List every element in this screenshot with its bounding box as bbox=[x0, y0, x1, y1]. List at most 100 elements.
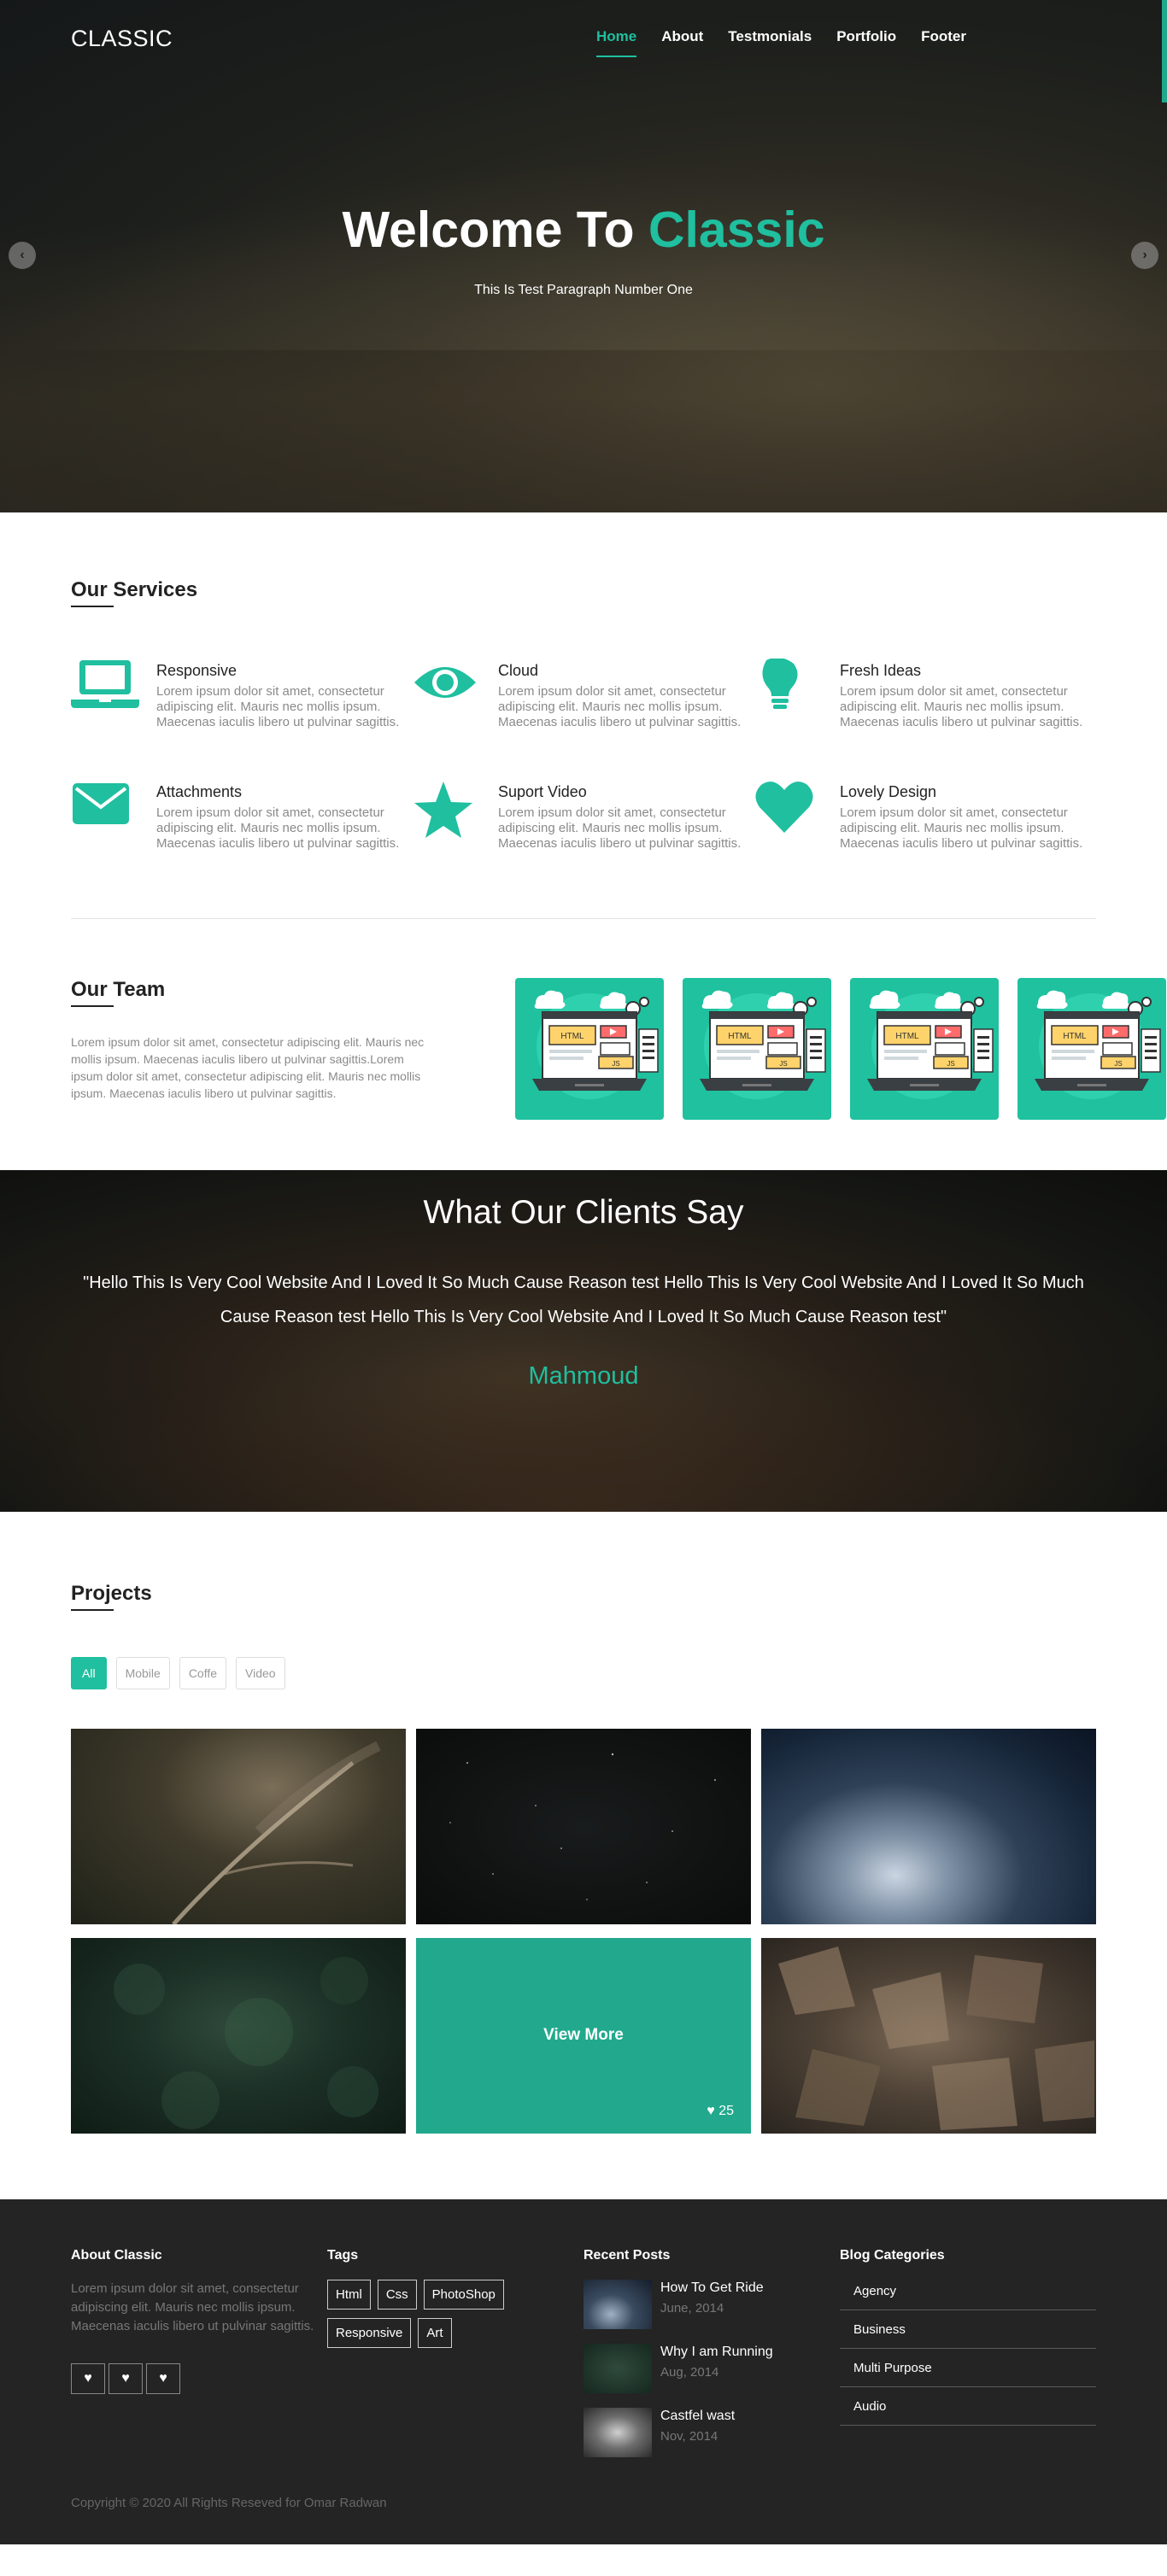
services-title: Our Services bbox=[71, 578, 197, 607]
post-date: June, 2014 bbox=[660, 2301, 724, 2315]
testimonials-section: What Our Clients Say "Hello This Is Very… bbox=[0, 1170, 1167, 1512]
testimonials-title: What Our Clients Say bbox=[423, 1194, 744, 1231]
service-item: Responsive Lorem ipsum dolor sit amet, co… bbox=[71, 659, 413, 730]
post-thumbnail bbox=[584, 2344, 652, 2393]
service-item: Cloud Lorem ipsum dolor sit amet, consect… bbox=[413, 659, 754, 730]
nav-item-testimonials[interactable]: Testmonials bbox=[728, 20, 812, 57]
project-filters: All Mobile Coffe Video bbox=[71, 1657, 1096, 1689]
view-more-label: View More bbox=[543, 2026, 624, 2044]
project-tile-leaves[interactable] bbox=[71, 1938, 406, 2134]
post-thumbnail bbox=[584, 2280, 652, 2329]
heart-icon: ♥ bbox=[707, 2104, 715, 2118]
js-label: JS bbox=[1114, 1060, 1122, 1068]
project-tile-wood[interactable] bbox=[761, 1938, 1096, 2134]
team-card[interactable]: HTML JS bbox=[1017, 978, 1166, 1120]
post-date: Nov, 2014 bbox=[660, 2429, 718, 2444]
tag-list: Html Css PhotoShop Responsive Art bbox=[327, 2280, 549, 2348]
footer-posts-title: Recent Posts bbox=[584, 2248, 671, 2263]
tag-art[interactable]: Art bbox=[418, 2318, 452, 2348]
project-tile-fern[interactable] bbox=[71, 1729, 406, 1924]
footer-about-text: Lorem ipsum dolor sit amet, consectetur … bbox=[71, 2281, 314, 2333]
footer-categories: Blog Categories Agency Business Multi Pu… bbox=[840, 2248, 1096, 2472]
category-business[interactable]: Business bbox=[840, 2310, 1096, 2349]
starry-sky-photo bbox=[449, 1753, 716, 1900]
js-label: JS bbox=[612, 1060, 619, 1068]
service-text: Lorem ipsum dolor sit amet, consectetur … bbox=[498, 805, 742, 851]
footer-about-title: About Classic bbox=[71, 2248, 162, 2263]
hero-content: Welcome To Classic This Is Test Paragrap… bbox=[0, 201, 1167, 298]
service-text: Lorem ipsum dolor sit amet, consectetur … bbox=[156, 805, 400, 851]
tag-responsive[interactable]: Responsive bbox=[327, 2318, 412, 2348]
web-development-illustration: HTML JS bbox=[867, 990, 994, 1099]
heart-icon[interactable]: ♥ bbox=[108, 2363, 143, 2394]
service-item: Suport Video Lorem ipsum dolor sit amet, … bbox=[413, 780, 754, 852]
social-links: ♥ ♥ ♥ bbox=[71, 2363, 327, 2394]
nav-item-footer[interactable]: Footer bbox=[921, 20, 966, 57]
services-section: Our Services Responsive Lorem ipsum dolor… bbox=[0, 512, 1167, 918]
logo[interactable]: CLASSIC bbox=[71, 26, 173, 52]
service-name: Cloud bbox=[498, 662, 539, 679]
laptop-icon bbox=[71, 659, 156, 730]
testimonial-author: Mahmoud bbox=[528, 1362, 639, 1390]
services-grid: Responsive Lorem ipsum dolor sit amet, co… bbox=[71, 657, 1096, 852]
service-text: Lorem ipsum dolor sit amet, consectetur … bbox=[840, 805, 1083, 851]
nav-item-portfolio[interactable]: Portfolio bbox=[836, 20, 896, 57]
post-title: How To Get Ride bbox=[660, 2280, 764, 2295]
recent-post[interactable]: Why I am Running Aug, 2014 bbox=[584, 2344, 840, 2393]
team-card[interactable]: HTML JS bbox=[515, 978, 664, 1120]
team-card[interactable]: HTML JS bbox=[683, 978, 831, 1120]
service-text: Lorem ipsum dolor sit amet, consectetur … bbox=[840, 684, 1083, 729]
filter-all[interactable]: All bbox=[71, 1657, 107, 1689]
heart-icon[interactable]: ♥ bbox=[71, 2363, 105, 2394]
category-agency[interactable]: Agency bbox=[840, 2280, 1096, 2310]
footer-tags-title: Tags bbox=[327, 2248, 359, 2263]
team-card[interactable]: HTML JS bbox=[850, 978, 999, 1120]
footer-tags: Tags Html Css PhotoShop Responsive Art bbox=[327, 2248, 584, 2472]
filter-mobile[interactable]: Mobile bbox=[115, 1657, 170, 1689]
team-section: Our Team Lorem ipsum dolor sit amet, con… bbox=[71, 919, 1166, 1170]
nav-item-about[interactable]: About bbox=[661, 20, 703, 57]
team-text: Lorem ipsum dolor sit amet, consectetur … bbox=[71, 1035, 425, 1100]
js-label: JS bbox=[779, 1060, 787, 1068]
service-name: Fresh Ideas bbox=[840, 662, 922, 679]
service-item: Lovely Design Lorem ipsum dolor sit amet,… bbox=[754, 780, 1096, 852]
web-development-illustration: HTML JS bbox=[700, 990, 826, 1099]
testimonial-quote: "Hello This Is Very Cool Website And I L… bbox=[83, 1273, 1084, 1326]
tag-html[interactable]: Html bbox=[327, 2280, 371, 2310]
service-name: Lovely Design bbox=[840, 783, 937, 800]
recent-post[interactable]: How To Get Ride June, 2014 bbox=[584, 2280, 840, 2329]
category-multi-purpose[interactable]: Multi Purpose bbox=[840, 2349, 1096, 2387]
hero-title: Welcome To Classic bbox=[0, 201, 1167, 259]
project-tile-stars[interactable] bbox=[416, 1729, 751, 1924]
category-list: Agency Business Multi Purpose Audio bbox=[840, 2280, 1096, 2426]
service-name: Attachments bbox=[156, 783, 243, 800]
navbar: CLASSIC Home About Testmonials Portfolio… bbox=[0, 0, 1167, 77]
lightbulb-icon bbox=[754, 657, 840, 730]
nav-item-home[interactable]: Home bbox=[595, 20, 637, 57]
hero-section: CLASSIC Home About Testmonials Portfolio… bbox=[0, 0, 1167, 512]
tag-photoshop[interactable]: PhotoShop bbox=[423, 2280, 504, 2310]
project-tile-view-more[interactable]: View More ♥ 25 bbox=[416, 1938, 751, 2134]
service-item: Attachments Lorem ipsum dolor sit amet, c… bbox=[71, 780, 413, 852]
main-nav: Home About Testmonials Portfolio Footer bbox=[572, 20, 966, 57]
footer: About Classic Lorem ipsum dolor sit amet… bbox=[0, 2199, 1167, 2544]
filter-coffe[interactable]: Coffe bbox=[179, 1657, 227, 1689]
service-item: Fresh Ideas Lorem ipsum dolor sit amet, c… bbox=[754, 657, 1096, 730]
html-label: HTML bbox=[1063, 1032, 1087, 1041]
hero-title-accent: Classic bbox=[648, 202, 825, 258]
team-intro: Our Team Lorem ipsum dolor sit amet, con… bbox=[71, 978, 430, 1120]
project-tile-clouds[interactable] bbox=[761, 1729, 1096, 1924]
heart-icon[interactable]: ♥ bbox=[146, 2363, 180, 2394]
recent-post[interactable]: Castfel wast Nov, 2014 bbox=[584, 2408, 840, 2457]
star-icon bbox=[413, 780, 498, 852]
footer-about: About Classic Lorem ipsum dolor sit amet… bbox=[71, 2248, 327, 2472]
projects-section: Projects All Mobile Coffe Video View Mor… bbox=[71, 1512, 1096, 2199]
html-label: HTML bbox=[895, 1032, 919, 1041]
hero-title-prefix: Welcome To bbox=[342, 202, 635, 258]
tag-css[interactable]: Css bbox=[377, 2280, 417, 2310]
projects-title: Projects bbox=[71, 1582, 152, 1611]
likes-value: 25 bbox=[718, 2104, 734, 2118]
category-audio[interactable]: Audio bbox=[840, 2387, 1096, 2426]
filter-video[interactable]: Video bbox=[236, 1657, 285, 1689]
copyright-bar: Copyright © 2020 All Rights Reseved for … bbox=[0, 2496, 1167, 2510]
